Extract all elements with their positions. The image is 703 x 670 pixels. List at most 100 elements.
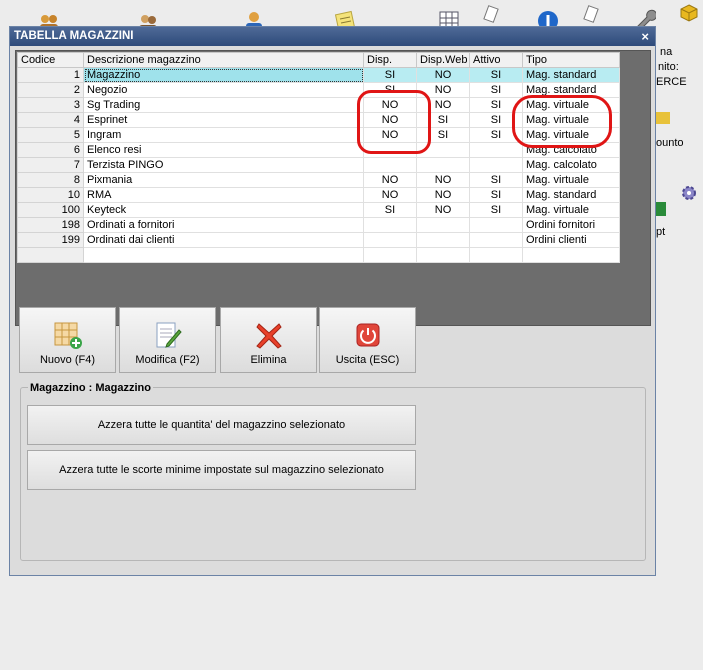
cell-disp-web <box>416 142 470 158</box>
cell-description: Magazzino <box>83 67 364 83</box>
window-title: TABELLA MAGAZZINI <box>14 30 134 42</box>
table-header-row: Codice Descrizione magazzino Disp. Disp.… <box>17 52 620 68</box>
cell-description: Ingram <box>83 127 364 143</box>
table-row[interactable]: 7 Terzista PINGO Mag. calcolato <box>17 157 620 173</box>
edit-button[interactable]: Modifica (F2) <box>119 307 216 373</box>
folder-icon[interactable] <box>654 106 676 128</box>
document-icon[interactable] <box>480 4 502 26</box>
book-icon[interactable] <box>654 196 676 218</box>
reset-quantities-button[interactable]: Azzera tutte le quantita' del magazzino … <box>27 405 416 445</box>
cell-code: 5 <box>17 127 84 143</box>
cube-icon[interactable] <box>678 2 700 24</box>
desktop-label: ERCE <box>656 76 687 88</box>
cell-code: 2 <box>17 82 84 98</box>
table-row[interactable]: 199 Ordinati dai clienti Ordini clienti <box>17 232 620 248</box>
cell-disp: SI <box>363 82 417 98</box>
table-row-empty <box>17 247 620 263</box>
new-button[interactable]: Nuovo (F4) <box>19 307 116 373</box>
exit-button-label: Uscita (ESC) <box>335 354 400 366</box>
cell-attivo: SI <box>469 112 523 128</box>
cell-description: Terzista PINGO <box>83 157 364 173</box>
cell-disp-web: NO <box>416 172 470 188</box>
cell-disp-web: NO <box>416 97 470 113</box>
cell-attivo <box>469 142 523 158</box>
cell-disp-web: NO <box>416 202 470 218</box>
desktop-label: na <box>660 46 673 58</box>
window-titlebar[interactable]: TABELLA MAGAZZINI × <box>10 27 655 46</box>
cell-code: 8 <box>17 172 84 188</box>
warehouse-grid[interactable]: Codice Descrizione magazzino Disp. Disp.… <box>15 50 651 326</box>
cell-tipo: Mag. virtuale <box>522 112 620 128</box>
reset-min-stock-button[interactable]: Azzera tutte le scorte minime impostate … <box>27 450 416 490</box>
cell-description: Ordinati a fornitori <box>83 217 364 233</box>
table-row[interactable]: 198 Ordinati a fornitori Ordini fornitor… <box>17 217 620 233</box>
cell-tipo: Mag. virtuale <box>522 127 620 143</box>
add-grid-icon <box>54 322 82 349</box>
column-header-disp[interactable]: Disp. <box>363 52 417 68</box>
cell-attivo: SI <box>469 127 523 143</box>
gear-icon[interactable] <box>678 182 700 204</box>
table-row[interactable]: 4 Esprinet NO SI SI Mag. virtuale <box>17 112 620 128</box>
cell-tipo: Mag. standard <box>522 82 620 98</box>
cell-code: 4 <box>17 112 84 128</box>
cell-disp-web: NO <box>416 187 470 203</box>
table-row[interactable]: 6 Elenco resi Mag. calcolato <box>17 142 620 158</box>
cell-tipo: Mag. calcolato <box>522 142 620 158</box>
column-header-attivo[interactable]: Attivo <box>469 52 523 68</box>
cell-disp: SI <box>363 67 417 83</box>
cell-code: 10 <box>17 187 84 203</box>
document-icon[interactable] <box>580 4 602 26</box>
cell-disp-web <box>416 217 470 233</box>
cell-disp-web: SI <box>416 127 470 143</box>
exit-button[interactable]: Uscita (ESC) <box>319 307 416 373</box>
column-header-disp-web[interactable]: Disp.Web <box>416 52 470 68</box>
cell-description: Pixmania <box>83 172 364 188</box>
cell-tipo: Ordini fornitori <box>522 217 620 233</box>
table-row[interactable]: 100 Keyteck SI NO SI Mag. virtuale <box>17 202 620 218</box>
column-header-tipo[interactable]: Tipo <box>522 52 620 68</box>
table-row[interactable]: 5 Ingram NO SI SI Mag. virtuale <box>17 127 620 143</box>
cell-disp <box>363 232 417 248</box>
delete-button[interactable]: Elimina <box>220 307 317 373</box>
edit-button-label: Modifica (F2) <box>135 354 200 366</box>
cell-attivo <box>469 157 523 173</box>
desktop-label: nito: <box>658 61 679 73</box>
delete-x-icon <box>256 323 282 349</box>
cell-empty <box>17 247 84 263</box>
table-row[interactable]: 10 RMA NO NO SI Mag. standard <box>17 187 620 203</box>
cell-description: Sg Trading <box>83 97 364 113</box>
cell-disp <box>363 142 417 158</box>
cell-disp: NO <box>363 97 417 113</box>
cell-attivo <box>469 217 523 233</box>
edit-document-icon <box>156 322 182 348</box>
cell-disp: SI <box>363 202 417 218</box>
desktop-label: pt <box>656 226 666 238</box>
cell-tipo: Mag. virtuale <box>522 97 620 113</box>
groupbox-title: Magazzino : Magazzino <box>28 382 153 394</box>
table-row[interactable]: 2 Negozio SI NO SI Mag. standard <box>17 82 620 98</box>
cell-disp: NO <box>363 172 417 188</box>
cell-disp: NO <box>363 187 417 203</box>
column-header-codice[interactable]: Codice <box>17 52 84 68</box>
cell-description: Negozio <box>83 82 364 98</box>
cell-disp: NO <box>363 112 417 128</box>
magazzini-window: TABELLA MAGAZZINI × Codice Descrizione m… <box>9 26 656 576</box>
table-row[interactable]: 3 Sg Trading NO NO SI Mag. virtuale <box>17 97 620 113</box>
cell-attivo: SI <box>469 82 523 98</box>
cell-disp <box>363 217 417 233</box>
cell-empty <box>83 247 364 263</box>
cell-description: Elenco resi <box>83 142 364 158</box>
delete-button-label: Elimina <box>250 354 287 366</box>
table-row[interactable]: 1 Magazzino SI NO SI Mag. standard <box>17 67 620 83</box>
cell-description: Keyteck <box>83 202 364 218</box>
column-header-descrizione[interactable]: Descrizione magazzino <box>83 52 364 68</box>
cell-disp-web: NO <box>416 82 470 98</box>
cell-attivo: SI <box>469 172 523 188</box>
cell-tipo: Mag. calcolato <box>522 157 620 173</box>
cell-disp <box>363 157 417 173</box>
cell-attivo <box>469 232 523 248</box>
cell-code: 198 <box>17 217 84 233</box>
table-row[interactable]: 8 Pixmania NO NO SI Mag. virtuale <box>17 172 620 188</box>
cell-tipo: Mag. virtuale <box>522 172 620 188</box>
close-icon[interactable]: × <box>641 27 649 46</box>
